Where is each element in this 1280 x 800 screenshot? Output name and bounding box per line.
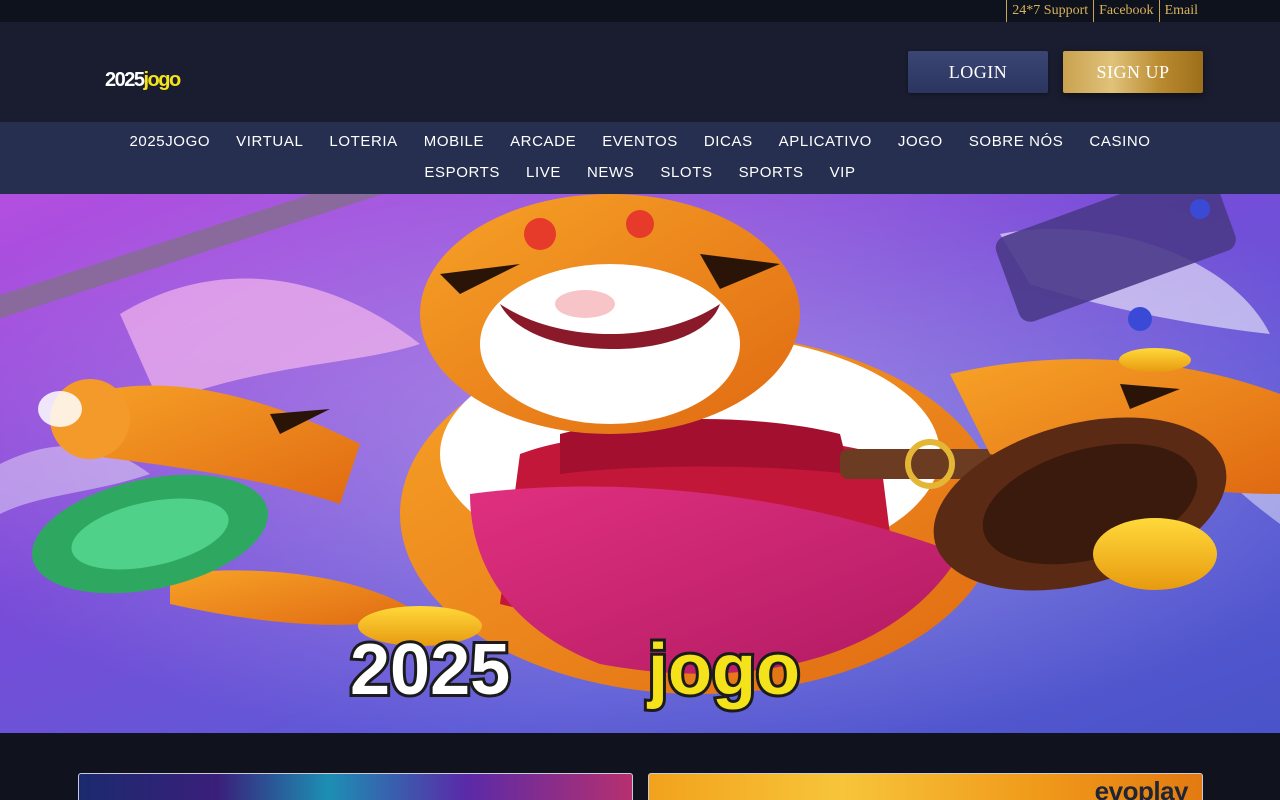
nav-item-jogo[interactable]: JOGO — [885, 131, 956, 153]
nav-item-sobre-nos[interactable]: SOBRE NÓS — [956, 131, 1077, 153]
game-card-1[interactable] — [78, 773, 633, 800]
nav-row-2: ESPORTS LIVE NEWS SLOTS SPORTS VIP — [0, 162, 1280, 184]
game-cards: evoplay — [0, 733, 1280, 800]
site-logo[interactable]: 2025jogo — [105, 60, 182, 100]
top-bar: 24*7 Support Facebook Email — [0, 0, 1280, 22]
nav-item-slots[interactable]: SLOTS — [647, 162, 725, 184]
tiger-mascot-illustration: 2025 jogo — [0, 194, 1280, 733]
nav-item-live[interactable]: LIVE — [513, 162, 574, 184]
site-header: 2025jogo LOGIN SIGN UP — [0, 22, 1280, 122]
game-card-2[interactable]: evoplay — [648, 773, 1203, 800]
nav-item-news[interactable]: NEWS — [574, 162, 647, 184]
nav-item-vip[interactable]: VIP — [817, 162, 869, 184]
provider-brand: evoplay — [1094, 776, 1189, 800]
top-links: 24*7 Support Facebook Email — [1006, 0, 1203, 22]
support-link[interactable]: 24*7 Support — [1006, 0, 1093, 22]
email-link[interactable]: Email — [1158, 0, 1203, 22]
logo-word: jogo — [143, 69, 182, 91]
nav-item-dicas[interactable]: DICAS — [691, 131, 766, 153]
nav-item-loteria[interactable]: LOTERIA — [316, 131, 410, 153]
nav-item-mobile[interactable]: MOBILE — [411, 131, 497, 153]
hero-title-number: 2025 — [350, 630, 510, 710]
nav-item-arcade[interactable]: ARCADE — [497, 131, 589, 153]
nav-item-eventos[interactable]: EVENTOS — [589, 131, 691, 153]
hero-banner[interactable]: 2025 jogo — [0, 194, 1280, 733]
login-button[interactable]: LOGIN — [908, 51, 1048, 93]
nav-item-2025jogo[interactable]: 2025JOGO — [116, 131, 223, 153]
signup-button[interactable]: SIGN UP — [1063, 51, 1203, 93]
facebook-link[interactable]: Facebook — [1093, 0, 1158, 22]
nav-item-virtual[interactable]: VIRTUAL — [223, 131, 316, 153]
hero-title-word: jogo — [646, 630, 800, 710]
nav-item-aplicativo[interactable]: APLICATIVO — [766, 131, 885, 153]
nav-item-sports[interactable]: SPORTS — [726, 162, 817, 184]
nav-item-esports[interactable]: ESPORTS — [411, 162, 513, 184]
nav-row-1: 2025JOGO VIRTUAL LOTERIA MOBILE ARCADE E… — [0, 131, 1280, 153]
logo-number: 2025 — [105, 69, 145, 91]
main-nav: 2025JOGO VIRTUAL LOTERIA MOBILE ARCADE E… — [0, 122, 1280, 194]
nav-item-casino[interactable]: CASINO — [1076, 131, 1163, 153]
